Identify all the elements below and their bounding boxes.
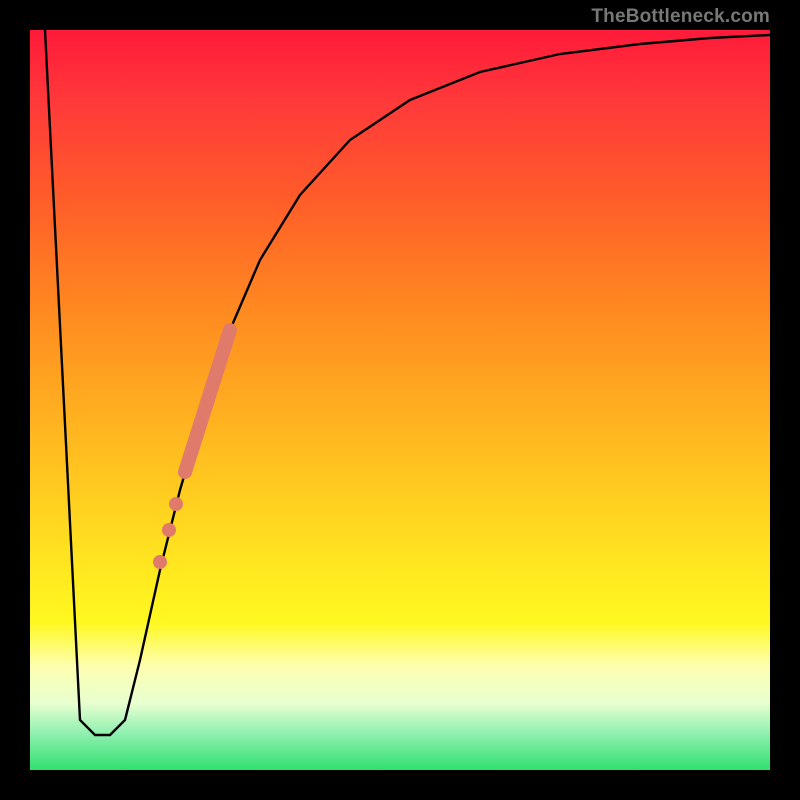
highlight-dots xyxy=(153,497,183,569)
bottleneck-curve xyxy=(45,30,770,735)
highlight-segment xyxy=(185,330,230,472)
plot-area xyxy=(30,30,770,770)
chart-frame: TheBottleneck.com xyxy=(0,0,800,800)
chart-svg xyxy=(30,30,770,770)
highlight-dot xyxy=(169,497,183,511)
highlight-dot xyxy=(162,523,176,537)
watermark-text: TheBottleneck.com xyxy=(591,6,770,28)
highlight-dot xyxy=(153,555,167,569)
